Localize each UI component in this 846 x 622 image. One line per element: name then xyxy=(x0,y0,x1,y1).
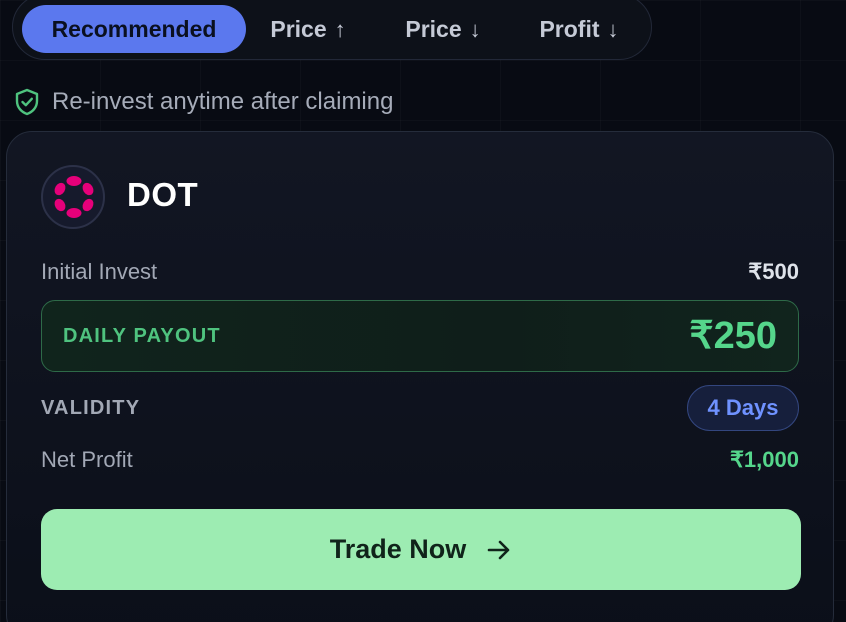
shield-check-icon xyxy=(15,88,39,116)
net-profit-label: Net Profit xyxy=(41,447,133,472)
tab-label: Price xyxy=(405,16,462,42)
tab-label: Profit xyxy=(539,16,600,42)
arrow-down-icon: ↓ xyxy=(607,17,619,42)
daily-payout-value: ₹250 xyxy=(689,315,777,357)
sort-tabs: Recommended Price ↑ Price ↓ Profit ↓ xyxy=(12,0,652,60)
tab-label: Recommended xyxy=(51,16,217,42)
arrow-down-icon: ↓ xyxy=(469,17,481,42)
investment-card: DOT Initial Invest ₹500 DAILY PAYOUT ₹25… xyxy=(6,131,834,622)
tab-price-ascending[interactable]: Price ↑ xyxy=(253,5,363,53)
tab-profit-descending[interactable]: Profit ↓ xyxy=(523,5,635,53)
arrow-up-icon: ↑ xyxy=(334,17,346,42)
daily-payout-label: DAILY PAYOUT xyxy=(63,325,221,347)
validity-label: VALIDITY xyxy=(41,397,141,419)
tab-recommended[interactable]: Recommended xyxy=(22,5,246,53)
arrow-right-icon xyxy=(487,540,510,559)
reinvest-note-text: Re-invest anytime after claiming xyxy=(52,88,394,115)
daily-payout-box: DAILY PAYOUT ₹250 xyxy=(41,300,799,372)
coin-name: DOT xyxy=(127,176,199,213)
initial-invest-value: ₹500 xyxy=(748,259,799,284)
polkadot-icon xyxy=(41,165,105,229)
validity-badge: 4 Days xyxy=(687,385,799,431)
reinvest-note: Re-invest anytime after claiming xyxy=(14,86,393,118)
initial-invest-label: Initial Invest xyxy=(41,259,158,284)
trade-now-button[interactable]: Trade Now xyxy=(41,509,801,590)
tab-label: Price xyxy=(270,16,327,42)
trade-now-label: Trade Now xyxy=(329,534,467,564)
tab-price-descending[interactable]: Price ↓ xyxy=(388,5,498,53)
page: Recommended Price ↑ Price ↓ Profit ↓ Re-inv… xyxy=(0,0,846,622)
net-profit-value: ₹1,000 xyxy=(729,447,799,472)
